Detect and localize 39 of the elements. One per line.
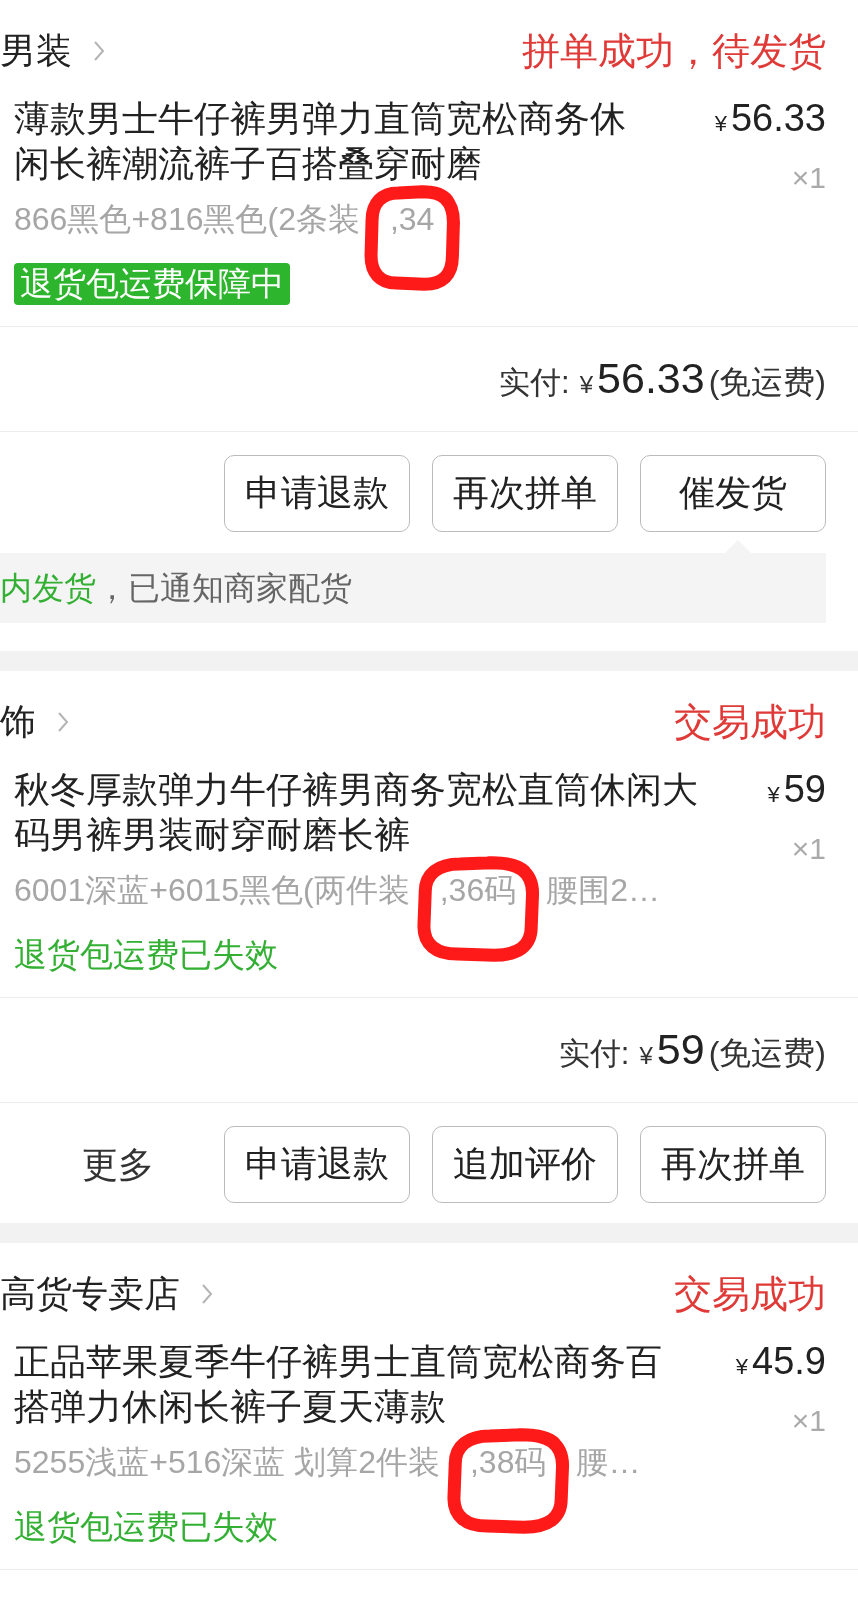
product-title: 秋冬厚款弹力牛仔裤男商务宽松直筒休闲大码男裤男装耐穿耐磨长裤 <box>14 768 699 857</box>
more-link[interactable]: 更多 <box>82 1126 154 1203</box>
order-action-button[interactable]: 催发货 <box>640 455 826 532</box>
product-spec: ,38码 <box>469 1443 547 1481</box>
product-title: 薄款男士牛仔裤男弹力直筒宽松商务休闲长裤潮流裤子百搭叠穿耐磨 <box>14 97 627 186</box>
product-spec: ,34 <box>389 200 435 238</box>
order-action-button[interactable]: 追加评价 <box>432 1126 618 1203</box>
order-status: 交易成功 <box>674 700 826 745</box>
chevron-right-icon <box>200 1282 214 1306</box>
product-quantity: ×1 <box>791 1403 826 1439</box>
shop-name-link[interactable]: 男装 <box>0 29 106 73</box>
shop-name-link[interactable]: 高货专卖店 <box>0 1272 214 1316</box>
product-title: 正品苹果夏季牛仔裤男士直筒宽松商务百搭弹力休闲长裤子夏天薄款 <box>14 1340 663 1429</box>
product-spec: ,36码 <box>439 871 517 909</box>
product-spec: 5255浅蓝+516深蓝 划算2件装 <box>14 1443 440 1481</box>
return-shipping-tag: 退货包运费保障中 <box>14 263 290 305</box>
return-shipping-tag: 退货包运费已失效 <box>14 1506 278 1548</box>
product-price: ¥45.9 <box>735 1339 826 1384</box>
order-action-button[interactable]: 申请退款 <box>224 1126 410 1203</box>
order-action-button[interactable]: 再次拼单 <box>640 1126 826 1203</box>
order-action-button[interactable]: 再次拼单 <box>432 455 618 532</box>
payment-total: 实付: ¥56.33(免运费) <box>499 353 826 404</box>
order-action-button[interactable]: 申请退款 <box>224 455 410 532</box>
shop-name-link[interactable]: 饰 <box>0 700 70 744</box>
return-shipping-tag: 退货包运费已失效 <box>14 934 278 976</box>
product-spec: 腰… <box>576 1443 641 1481</box>
chevron-right-icon <box>92 39 106 63</box>
product-spec: 6001深蓝+6015黑色(两件装 <box>14 871 410 909</box>
product-quantity: ×1 <box>791 160 826 196</box>
payment-total: 实付: ¥59(免运费) <box>558 1024 826 1075</box>
product-quantity: ×1 <box>791 831 826 867</box>
chevron-right-icon <box>56 710 70 734</box>
product-spec: 866黑色+816黑色(2条装 <box>14 200 360 238</box>
order-status: 拼单成功，待发货 <box>522 29 826 74</box>
product-spec: 腰围2… <box>546 871 660 909</box>
product-price: ¥59 <box>767 767 826 812</box>
tip-text: 内发货，已通知商家配货 <box>0 569 352 608</box>
product-price: ¥56.33 <box>714 96 826 141</box>
order-status: 交易成功 <box>674 1272 826 1317</box>
